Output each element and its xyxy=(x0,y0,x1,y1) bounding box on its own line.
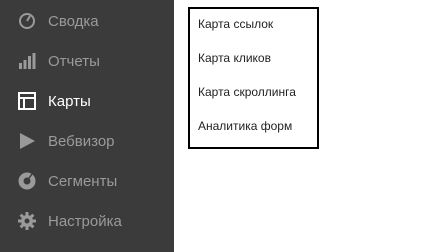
sidebar-item-maps[interactable]: Карты xyxy=(0,81,174,121)
bar-chart-icon xyxy=(18,52,36,70)
sidebar-item-summary[interactable]: Сводка xyxy=(0,1,174,41)
submenu-item-click-map[interactable]: Карта кликов xyxy=(198,51,271,65)
submenu-item-scroll-map[interactable]: Карта скроллинга xyxy=(198,85,296,99)
sidebar-item-segments[interactable]: Сегменты xyxy=(0,161,174,201)
layout-map-icon xyxy=(18,92,36,110)
gear-icon xyxy=(18,212,36,230)
sidebar-item-settings[interactable]: Настройка xyxy=(0,201,174,241)
donut-segment-icon xyxy=(18,172,36,190)
sidebar-item-label: Карты xyxy=(48,92,91,110)
sidebar-item-label: Отчеты xyxy=(48,52,100,70)
sidebar-item-label: Вебвизор xyxy=(48,132,115,150)
sidebar-item-webvisor[interactable]: Вебвизор xyxy=(0,121,174,161)
sidebar-item-label: Сводка xyxy=(48,12,99,30)
play-icon xyxy=(18,132,36,150)
submenu-item-form-analytics[interactable]: Аналитика форм xyxy=(198,119,292,133)
maps-submenu: Карта ссылок Карта кликов Карта скроллин… xyxy=(188,7,319,149)
sidebar: Сводка Отчеты Карты Вебвизор Сегменты На… xyxy=(0,0,174,252)
submenu-item-link-map[interactable]: Карта ссылок xyxy=(198,17,273,31)
sidebar-item-label: Настройка xyxy=(48,212,122,230)
sidebar-item-label: Сегменты xyxy=(48,172,118,190)
dashboard-gauge-icon xyxy=(18,12,36,30)
sidebar-item-reports[interactable]: Отчеты xyxy=(0,41,174,81)
